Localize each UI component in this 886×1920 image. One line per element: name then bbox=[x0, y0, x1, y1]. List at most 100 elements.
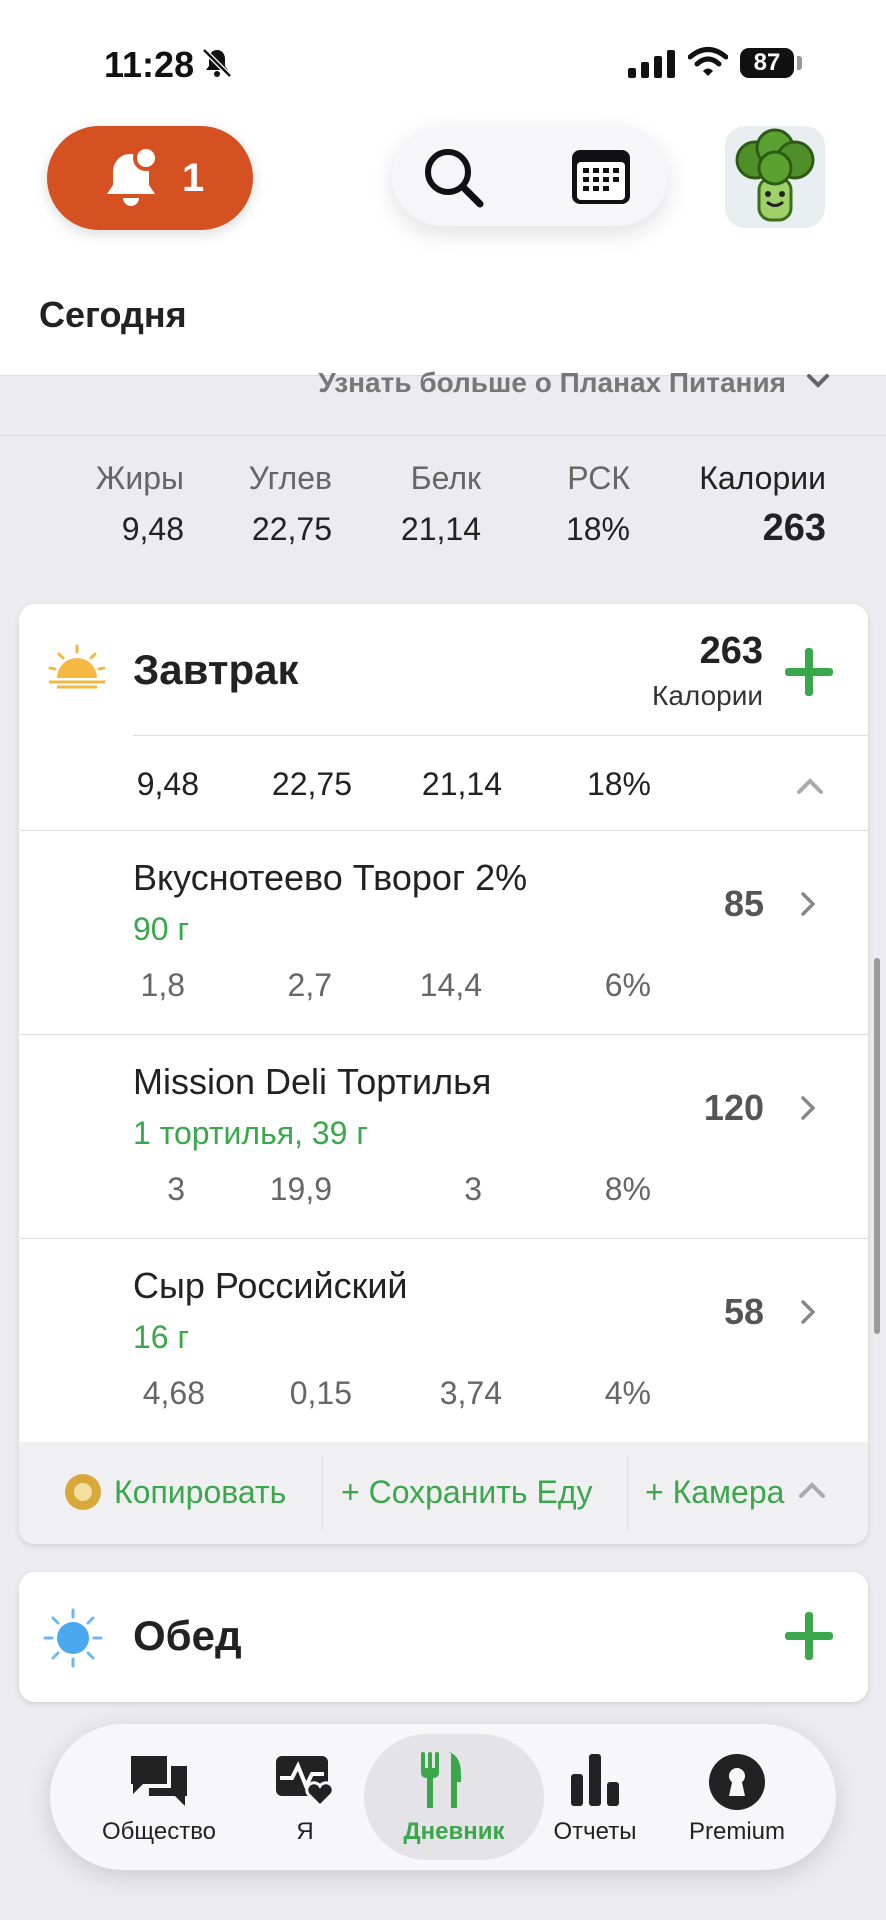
tab-bar: Общество Я Дневник Отчеты Premium bbox=[50, 1724, 836, 1870]
meal-macro-carbs: 22,75 bbox=[271, 766, 352, 802]
cellular-signal-icon bbox=[628, 50, 675, 78]
battery-level: 87 bbox=[740, 48, 794, 78]
add-food-button[interactable] bbox=[785, 1612, 833, 1660]
meal-card-lunch: Обед bbox=[19, 1572, 868, 1702]
chevron-right-icon bbox=[801, 892, 816, 916]
meal-card-breakfast: Завтрак 263 Калории 9,48 22,75 21,14 18%… bbox=[19, 604, 868, 1544]
totals-calories: Калории 263 bbox=[699, 460, 826, 550]
meal-calories-label: Калории bbox=[652, 680, 763, 711]
meal-calories: 263 bbox=[699, 630, 763, 672]
fork-knife-icon bbox=[421, 1752, 461, 1808]
totals-value: 18% bbox=[565, 511, 630, 547]
tab-premium[interactable]: Premium bbox=[652, 1724, 822, 1870]
totals-label: Углев bbox=[248, 460, 332, 496]
food-portion: 16 г bbox=[133, 1319, 190, 1355]
food-macro: 0,15 bbox=[289, 1375, 352, 1411]
totals-protein: Белк 21,14 bbox=[401, 460, 481, 548]
bell-muted-icon bbox=[202, 48, 232, 78]
add-food-button[interactable] bbox=[785, 648, 833, 696]
header: 1 Сегодня bbox=[0, 120, 886, 376]
notifications-button[interactable]: 1 bbox=[47, 126, 253, 230]
save-meal-button[interactable]: + Сохранить Еду bbox=[341, 1474, 593, 1511]
meal-title: Завтрак bbox=[133, 646, 299, 693]
avatar[interactable] bbox=[725, 126, 825, 228]
chevron-up-icon[interactable] bbox=[795, 776, 825, 796]
notification-count: 1 bbox=[182, 156, 205, 200]
wifi-icon bbox=[688, 47, 728, 76]
premium-coin-icon bbox=[65, 1474, 101, 1510]
meal-macro-protein: 21,14 bbox=[421, 766, 502, 802]
divider bbox=[322, 1456, 323, 1530]
chevron-right-icon bbox=[801, 1300, 816, 1324]
food-calories: 85 bbox=[723, 883, 764, 924]
food-macro: 1,8 bbox=[140, 967, 185, 1003]
meal-macro-fat: 9,48 bbox=[136, 766, 199, 802]
tab-community[interactable]: Общество bbox=[74, 1724, 244, 1870]
food-name: Вкуснотеево Творог 2% bbox=[133, 857, 528, 898]
camera-button[interactable]: + Камера bbox=[645, 1474, 784, 1511]
status-time: 11:28 bbox=[104, 44, 195, 85]
totals-carbs: Углев 22,75 bbox=[249, 460, 332, 548]
learn-more-label: Узнать больше о Планах Питания bbox=[318, 367, 786, 398]
food-portion: 1 тортилья, 39 г bbox=[133, 1115, 369, 1151]
bell-icon bbox=[107, 145, 159, 206]
totals-rdi: РСК 18% bbox=[566, 460, 630, 548]
food-macro: 3,74 bbox=[439, 1375, 502, 1411]
divider bbox=[627, 1456, 628, 1530]
chat-bubbles-icon bbox=[131, 1756, 187, 1806]
learn-more-meal-plans[interactable]: Узнать больше о Планах Питания bbox=[0, 367, 886, 436]
food-item[interactable]: Mission Deli Тортилья 1 тортилья, 39 г 3… bbox=[19, 1034, 868, 1239]
food-macro: 3 bbox=[464, 1171, 482, 1207]
food-macro: 19,9 bbox=[269, 1171, 332, 1207]
food-macro: 8% bbox=[604, 1171, 651, 1207]
food-macro: 6% bbox=[604, 967, 651, 1003]
food-macro: 14,4 bbox=[419, 967, 482, 1003]
copy-button[interactable]: Копировать bbox=[114, 1474, 286, 1511]
meal-title: Обед bbox=[133, 1612, 242, 1659]
page-title: Сегодня bbox=[39, 294, 187, 335]
food-calories: 58 bbox=[723, 1291, 764, 1332]
divider bbox=[133, 735, 868, 736]
totals-fat: Жиры 9,48 bbox=[96, 460, 184, 548]
food-item[interactable]: Сыр Российский 16 г 4,68 0,15 3,74 4% 58 bbox=[19, 1238, 868, 1443]
totals-value: 9,48 bbox=[121, 511, 184, 547]
totals-label: Калории bbox=[699, 460, 826, 496]
meal-macros-values: 9,48 22,75 21,14 18% bbox=[19, 766, 868, 806]
totals-label: Жиры bbox=[95, 460, 184, 496]
search-icon[interactable] bbox=[422, 146, 486, 210]
food-portion: 90 г bbox=[133, 911, 190, 947]
food-macro: 4% bbox=[604, 1375, 651, 1411]
food-macro: 3 bbox=[167, 1171, 185, 1207]
sun-icon bbox=[43, 1608, 103, 1668]
calendar-icon[interactable] bbox=[570, 148, 632, 206]
totals-label: РСК bbox=[567, 460, 630, 496]
totals-value: 263 bbox=[762, 507, 826, 549]
battery-nub bbox=[797, 56, 802, 70]
totals-value: 21,14 bbox=[400, 511, 481, 547]
scrollbar[interactable] bbox=[874, 958, 880, 1334]
tab-diary[interactable]: Дневник bbox=[356, 1724, 544, 1870]
toolbar-pill bbox=[392, 126, 668, 226]
broccoli-avatar-icon bbox=[735, 128, 815, 222]
tab-label: Общество bbox=[101, 1818, 217, 1845]
status-bar: 11:28 87 bbox=[0, 0, 886, 120]
daily-totals: Жиры 9,48 Углев 22,75 Белк 21,14 РСК 18%… bbox=[0, 460, 886, 570]
meal-actions-bar: Копировать + Сохранить Еду + Камера bbox=[19, 1442, 868, 1544]
chevron-right-icon bbox=[801, 1096, 816, 1120]
food-name: Mission Deli Тортилья bbox=[133, 1061, 492, 1102]
food-item[interactable]: Вкуснотеево Творог 2% 90 г 1,8 2,7 14,4 … bbox=[19, 830, 868, 1035]
food-name: Сыр Российский bbox=[133, 1265, 408, 1306]
food-macro: 2,7 bbox=[287, 967, 332, 1003]
heart-pulse-icon bbox=[276, 1756, 335, 1808]
food-macro: 4,68 bbox=[142, 1375, 205, 1411]
chevron-up-icon[interactable] bbox=[797, 1480, 827, 1500]
food-calories: 120 bbox=[703, 1087, 764, 1128]
totals-value: 22,75 bbox=[251, 511, 332, 547]
bar-chart-icon bbox=[571, 1754, 619, 1806]
tab-label: Premium bbox=[688, 1818, 785, 1845]
totals-label: Белк bbox=[410, 460, 481, 496]
chevron-down-icon bbox=[807, 374, 829, 388]
keyhole-icon bbox=[709, 1754, 765, 1810]
sunrise-icon bbox=[48, 644, 106, 689]
meal-macro-rdi: 18% bbox=[586, 766, 651, 802]
